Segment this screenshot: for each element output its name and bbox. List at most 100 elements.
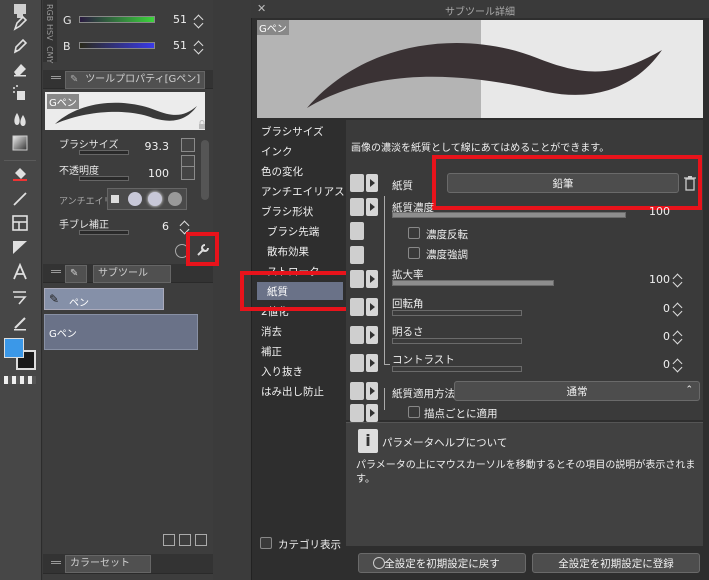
antialias-selector[interactable]: [107, 188, 187, 210]
transparent-color-swatch[interactable]: [4, 376, 36, 384]
frame-tool-icon[interactable]: [6, 212, 34, 234]
rotation-view-toggle[interactable]: [350, 298, 364, 316]
stabilization-value[interactable]: 6: [135, 220, 169, 233]
scale-view-toggle[interactable]: [350, 270, 364, 288]
g-channel-slider[interactable]: [79, 16, 155, 23]
rotation-expand-arrow[interactable]: [366, 298, 378, 316]
grip-icon-3[interactable]: [51, 561, 61, 564]
blend-tool-icon[interactable]: [6, 108, 34, 130]
stabilization-slider[interactable]: [79, 230, 129, 235]
line-tool-icon[interactable]: [6, 188, 34, 210]
emphasize-density-checkbox[interactable]: [408, 247, 420, 259]
fill-bucket-icon[interactable]: [6, 163, 34, 185]
apply-method-expand-arrow[interactable]: [366, 382, 378, 400]
category-spray[interactable]: 散布効果: [267, 244, 309, 259]
tab-rgb[interactable]: RGB: [45, 4, 54, 21]
tab-cmy[interactable]: CMY: [45, 46, 54, 63]
contrast-spin-icon[interactable]: [674, 358, 682, 372]
emphasize-view-toggle[interactable]: [350, 246, 364, 264]
pencil-tool-icon[interactable]: [6, 35, 34, 57]
category-color-change[interactable]: 色の変化: [261, 164, 303, 179]
tool-property-scrollbar[interactable]: [201, 140, 209, 200]
contrast-expand-arrow[interactable]: [366, 354, 378, 372]
show-category-checkbox[interactable]: [260, 537, 272, 549]
balloon-tool-icon[interactable]: [6, 286, 34, 308]
tab-subtool[interactable]: サブツール: [93, 265, 171, 283]
airbrush-tool-icon[interactable]: [6, 82, 34, 104]
density-expand-arrow[interactable]: [366, 198, 378, 216]
rotation-spin-icon[interactable]: [674, 302, 682, 316]
ruler-tool-icon[interactable]: [6, 236, 34, 258]
correction-tool-icon[interactable]: [6, 312, 34, 334]
contrast-value[interactable]: 0: [640, 358, 670, 371]
reset-all-button[interactable]: 全設定を初期設定に戻す: [358, 553, 526, 573]
apply-method-select[interactable]: 通常 ⌃: [454, 381, 700, 401]
paper-view-toggle[interactable]: [350, 174, 364, 192]
subtool-copy-icon[interactable]: [163, 534, 175, 546]
category-overflow[interactable]: はみ出し防止: [261, 384, 324, 399]
subtool-group-pen[interactable]: ✎ ペン: [44, 288, 164, 310]
brightness-value[interactable]: 0: [640, 330, 670, 343]
lock-icon[interactable]: [197, 120, 207, 130]
register-all-button[interactable]: 全設定を初期設定に登録: [532, 553, 700, 573]
brightness-slider[interactable]: [392, 338, 522, 344]
apply-method-view-toggle[interactable]: [350, 382, 364, 400]
category-brush-size[interactable]: ブラシサイズ: [261, 124, 323, 139]
contrast-view-toggle[interactable]: [350, 354, 364, 372]
rotation-slider[interactable]: [392, 310, 522, 316]
scale-slider[interactable]: [392, 280, 554, 286]
eraser-tool-icon[interactable]: [6, 58, 34, 80]
category-taper[interactable]: 入り抜き: [261, 364, 303, 379]
tab-subtool-icon[interactable]: ✎: [65, 265, 87, 283]
category-antialias[interactable]: アンチエイリアス: [261, 184, 345, 199]
brightness-spin-icon[interactable]: [674, 330, 682, 344]
opacity-slider[interactable]: [79, 176, 129, 181]
apply-each-view-toggle[interactable]: [350, 404, 364, 422]
opacity-value[interactable]: 100: [135, 167, 169, 180]
b-spin-icon[interactable]: [195, 40, 203, 54]
b-channel-value[interactable]: 51: [165, 39, 187, 52]
contrast-slider[interactable]: [392, 366, 522, 372]
category-brush-tip[interactable]: ブラシ先端: [267, 224, 319, 239]
density-view-toggle[interactable]: [350, 198, 364, 216]
gradient-tool-icon[interactable]: [6, 132, 34, 154]
brightness-expand-arrow[interactable]: [366, 326, 378, 344]
tab-color-set[interactable]: カラーセット: [65, 555, 151, 573]
category-erase[interactable]: 消去: [261, 324, 282, 339]
opacity-option-icon[interactable]: [181, 166, 195, 180]
paper-expand-arrow[interactable]: [366, 174, 378, 192]
antialias-weak-icon[interactable]: [128, 192, 142, 206]
subtool-item-gpen[interactable]: Gペン: [44, 314, 198, 350]
scale-value[interactable]: 100: [640, 273, 670, 286]
pen-tool-icon[interactable]: [6, 12, 34, 34]
tab-tool-property[interactable]: ✎ ツールプロパティ[Gペン]: [65, 71, 205, 89]
text-tool-icon[interactable]: [6, 261, 34, 283]
paper-density-value[interactable]: 100: [640, 205, 670, 218]
paper-density-slider[interactable]: [392, 212, 626, 218]
apply-each-tip-checkbox[interactable]: [408, 406, 420, 418]
reverse-density-checkbox[interactable]: [408, 227, 420, 239]
reverse-view-toggle[interactable]: [350, 222, 364, 240]
grip-icon[interactable]: [51, 76, 61, 79]
rotation-value[interactable]: 0: [640, 302, 670, 315]
g-channel-value[interactable]: 51: [165, 13, 187, 26]
scale-spin-icon[interactable]: [674, 273, 682, 287]
brush-size-value[interactable]: 93.3: [135, 140, 170, 153]
antialias-none-icon[interactable]: [111, 195, 119, 203]
category-brush-shape[interactable]: ブラシ形状: [261, 204, 313, 219]
apply-each-expand-arrow[interactable]: [366, 404, 378, 422]
antialias-strong-icon[interactable]: [168, 192, 182, 206]
subtool-new-icon[interactable]: [179, 534, 191, 546]
scale-expand-arrow[interactable]: [366, 270, 378, 288]
brightness-view-toggle[interactable]: [350, 326, 364, 344]
g-spin-icon[interactable]: [195, 14, 203, 28]
category-ink[interactable]: インク: [261, 144, 293, 159]
antialias-mid-icon[interactable]: [148, 192, 162, 206]
tab-hsv[interactable]: HSV: [45, 24, 54, 41]
grip-icon-2[interactable]: [51, 270, 61, 273]
b-channel-slider[interactable]: [79, 42, 155, 49]
brush-size-option-icon[interactable]: [181, 138, 195, 152]
category-correction[interactable]: 補正: [261, 344, 282, 359]
subtool-delete-icon[interactable]: [195, 534, 207, 546]
brush-size-slider[interactable]: [79, 150, 129, 155]
